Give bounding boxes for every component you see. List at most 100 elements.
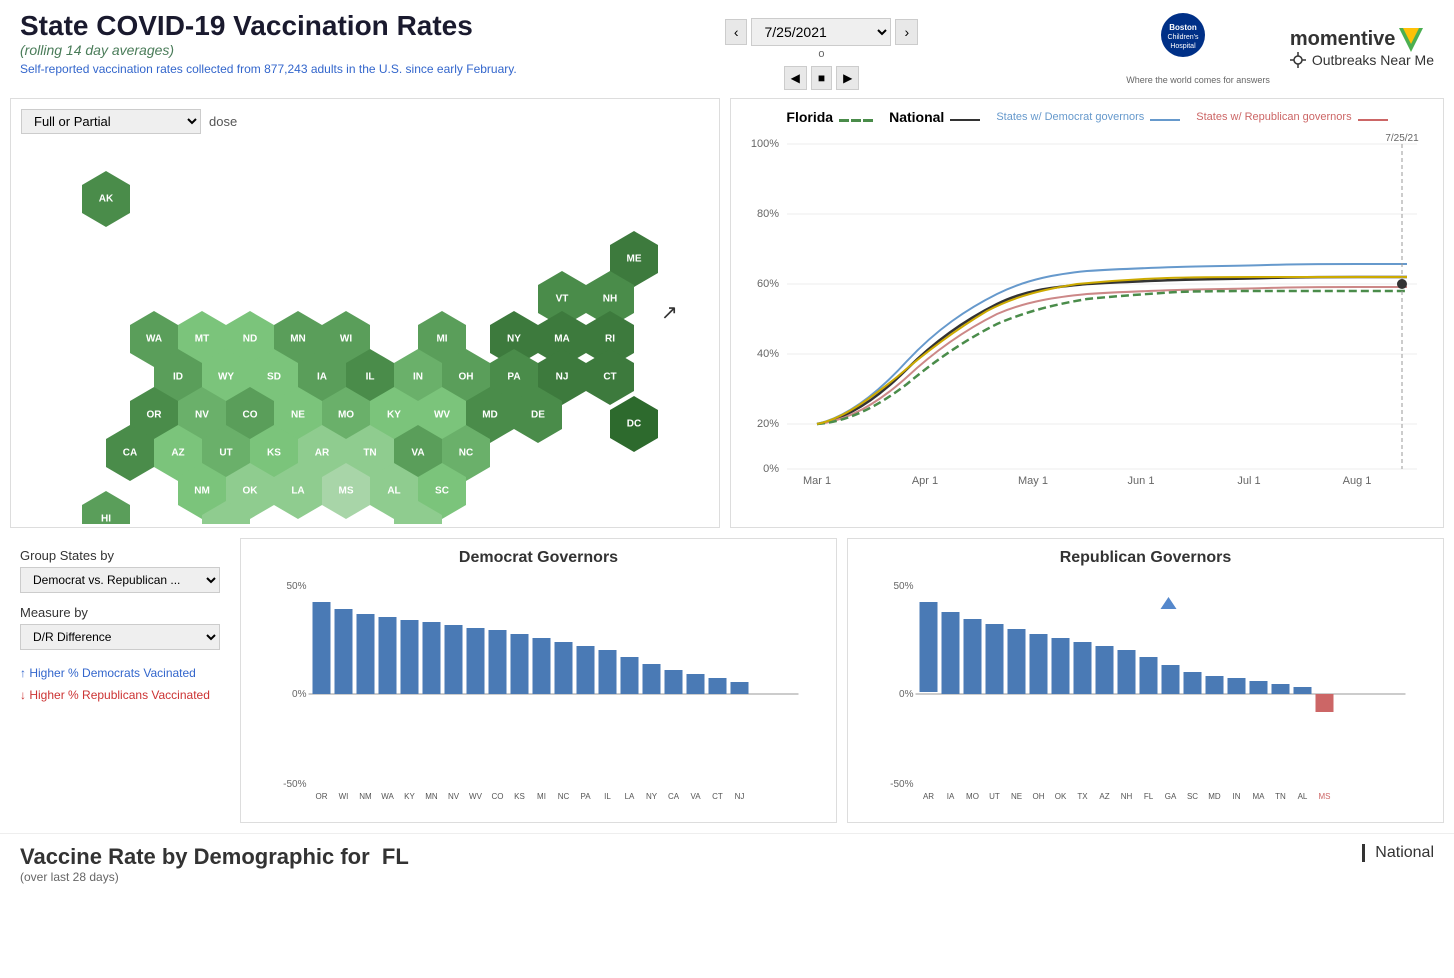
svg-text:ND: ND (243, 334, 257, 345)
measure-by-select[interactable]: D/R Difference Vaccination Rate (20, 624, 220, 650)
svg-text:NJ: NJ (556, 372, 569, 383)
svg-text:0%: 0% (899, 689, 914, 700)
svg-text:NH: NH (603, 294, 617, 305)
svg-text:VT: VT (556, 294, 569, 305)
date-select[interactable]: 7/25/2021 (751, 18, 891, 46)
legend-florida-label: Florida (786, 109, 833, 125)
svg-text:GA: GA (411, 524, 426, 525)
dem-bar-chart-panel: Democrat Governors 50% 0% -50% OR WI NM … (240, 538, 837, 823)
dem-states-label: States w/ Democrat governors (996, 111, 1144, 123)
footer-state: FL (382, 844, 409, 869)
dem-bar-chart-svg: 50% 0% -50% OR WI NM WA KY MN NV (251, 577, 826, 807)
svg-text:AR: AR (315, 448, 330, 459)
legend-dem-states: States w/ Democrat governors (996, 109, 1180, 125)
svg-text:NM: NM (194, 486, 210, 497)
svg-text:VA: VA (411, 448, 424, 459)
svg-text:AL: AL (1298, 792, 1308, 801)
header-right: Boston Children's Hospital Where the wor… (1126, 10, 1434, 85)
svg-text:Jul 1: Jul 1 (1237, 475, 1260, 487)
svg-text:MD: MD (1208, 792, 1221, 801)
svg-text:-50%: -50% (283, 779, 306, 790)
svg-text:AZ: AZ (1099, 792, 1109, 801)
cursor: ↗ (661, 302, 678, 324)
svg-text:MA: MA (554, 334, 570, 345)
svg-text:MI: MI (537, 792, 546, 801)
state-dc[interactable]: DC (610, 396, 658, 452)
svg-text:CA: CA (668, 792, 680, 801)
header-left: State COVID-19 Vaccination Rates (rollin… (20, 10, 517, 76)
svg-text:WY: WY (218, 372, 234, 383)
header-center: ‹ 7/25/2021 › o ◀ ■ ▶ (725, 18, 918, 90)
svg-text:WV: WV (434, 410, 450, 421)
svg-text:WI: WI (340, 334, 352, 345)
svg-text:UT: UT (989, 792, 1000, 801)
stop-button[interactable]: ■ (811, 66, 832, 90)
svg-text:CA: CA (123, 448, 137, 459)
svg-text:RI: RI (605, 334, 615, 345)
play-forward-button[interactable]: ▶ (836, 66, 859, 90)
svg-text:Children's: Children's (1168, 34, 1199, 41)
svg-text:MS: MS (339, 486, 354, 497)
group-states-control: Group States by Democrat vs. Republican … (20, 548, 220, 593)
svg-text:80%: 80% (757, 208, 779, 220)
rep-bar-chart-svg: 50% 0% -50% AR IA MO UT NE OH (858, 577, 1433, 807)
controls-panel: Group States by Democrat vs. Republican … (10, 538, 230, 823)
svg-text:KY: KY (387, 410, 401, 421)
svg-text:NV: NV (195, 410, 209, 421)
dose-select[interactable]: Full or Partial Full Only Partial Only (21, 109, 201, 134)
hex-map-svg[interactable]: .hex-g { cursor: pointer; } .hex-g:hover… (21, 144, 701, 524)
svg-text:LA: LA (291, 486, 304, 497)
dose-label: dose (209, 114, 237, 129)
prev-date-button[interactable]: ‹ (725, 19, 748, 45)
state-ct[interactable]: CT (586, 349, 634, 405)
svg-text:ME: ME (627, 254, 642, 265)
svg-text:MI: MI (436, 334, 447, 345)
svg-text:60%: 60% (757, 278, 779, 290)
momentive-logo: momentive Outbreaks Near Me (1290, 28, 1434, 68)
svg-text:Mar 1: Mar 1 (803, 475, 831, 487)
svg-text:Apr 1: Apr 1 (912, 475, 938, 487)
svg-text:100%: 100% (751, 138, 779, 150)
svg-text:CT: CT (712, 792, 723, 801)
group-states-select[interactable]: Democrat vs. Republican ... All States (20, 567, 220, 593)
svg-text:WA: WA (146, 334, 162, 345)
footer-left: Vaccine Rate by Demographic for FL (over… (20, 844, 409, 884)
svg-text:OR: OR (316, 792, 328, 801)
svg-text:Aug 1: Aug 1 (1343, 475, 1372, 487)
svg-text:NH: NH (1121, 792, 1133, 801)
svg-text:ID: ID (173, 372, 183, 383)
svg-text:SC: SC (435, 486, 449, 497)
legend-florida: Florida (786, 109, 873, 125)
measure-by-control: Measure by D/R Difference Vaccination Ra… (20, 605, 220, 650)
svg-text:CT: CT (603, 372, 616, 383)
svg-text:MN: MN (425, 792, 438, 801)
svg-text:IN: IN (413, 372, 423, 383)
state-ak[interactable]: AK (82, 171, 130, 227)
svg-text:TX: TX (220, 524, 233, 525)
bottom-section: Group States by Democrat vs. Republican … (10, 538, 1444, 823)
main-content: Full or Partial Full Only Partial Only d… (0, 90, 1454, 823)
svg-text:DE: DE (531, 410, 545, 421)
next-date-button[interactable]: › (895, 19, 918, 45)
footer-national: National (1362, 844, 1434, 862)
svg-text:FL: FL (1144, 792, 1154, 801)
svg-text:CO: CO (243, 410, 258, 421)
svg-text:AZ: AZ (171, 448, 184, 459)
svg-text:MD: MD (482, 410, 498, 421)
map-panel: Full or Partial Full Only Partial Only d… (10, 98, 720, 528)
svg-text:PA: PA (580, 792, 591, 801)
svg-text:OK: OK (243, 486, 259, 497)
svg-text:WV: WV (469, 792, 483, 801)
svg-text:CO: CO (492, 792, 504, 801)
dem-line (1150, 119, 1180, 121)
svg-text:KS: KS (267, 448, 281, 459)
play-back-button[interactable]: ◀ (784, 66, 807, 90)
svg-text:TX: TX (1077, 792, 1088, 801)
svg-text:OH: OH (1033, 792, 1045, 801)
rep-states-label: States w/ Republican governors (1196, 111, 1351, 123)
svg-text:NC: NC (459, 448, 473, 459)
state-hi[interactable]: HI (82, 491, 130, 524)
group-states-label: Group States by (20, 548, 220, 563)
svg-text:OR: OR (147, 410, 163, 421)
date-nav: ‹ 7/25/2021 › (725, 18, 918, 46)
